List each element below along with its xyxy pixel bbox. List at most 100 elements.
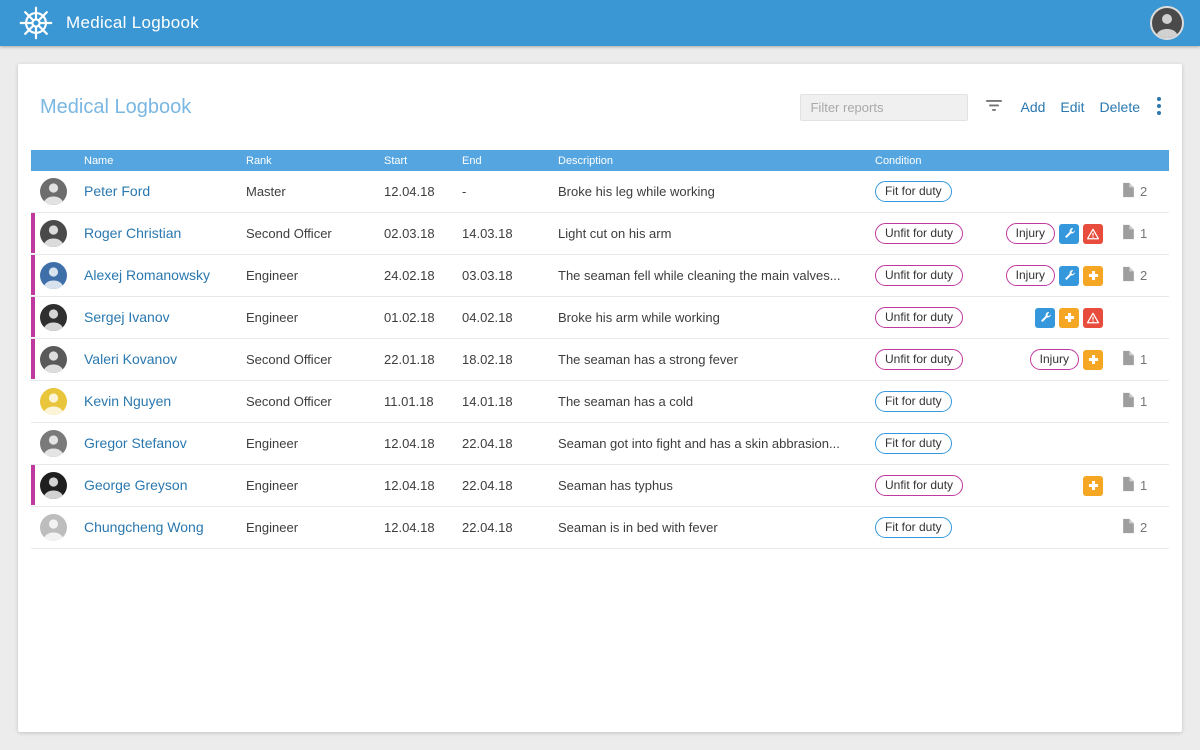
status-icons: [1059, 266, 1103, 286]
status-icons: [1083, 350, 1103, 370]
wrench-icon: [1059, 266, 1079, 286]
documents-indicator: 2: [1110, 518, 1169, 537]
documents-count: 1: [1140, 352, 1147, 367]
filter-button[interactable]: [983, 97, 1005, 117]
column-header-name: Name: [84, 155, 246, 167]
document-icon: [1122, 476, 1135, 495]
condition-badge: Unfit for duty: [875, 265, 963, 286]
toolbar: Add Edit Delete: [800, 94, 1163, 121]
table-row[interactable]: George Greyson Engineer 12.04.18 22.04.1…: [31, 465, 1169, 507]
rank-cell: Master: [246, 184, 384, 199]
rank-cell: Second Officer: [246, 226, 384, 241]
description-cell: Seaman has typhus: [558, 478, 875, 493]
documents-indicator: 1: [1110, 224, 1169, 243]
crew-name-link[interactable]: Valeri Kovanov: [84, 351, 177, 367]
crew-name-link[interactable]: Alexej Romanowsky: [84, 267, 210, 283]
documents-indicator: 2: [1110, 182, 1169, 201]
document-icon: [1122, 224, 1135, 243]
crew-avatar: [40, 346, 67, 373]
description-cell: The seaman has a strong fever: [558, 352, 875, 367]
start-cell: 12.04.18: [384, 184, 462, 199]
filter-reports-input[interactable]: [800, 94, 968, 121]
crew-name-link[interactable]: Sergej Ivanov: [84, 309, 170, 325]
table-row[interactable]: Chungcheng Wong Engineer 12.04.18 22.04.…: [31, 507, 1169, 549]
table-row[interactable]: Gregor Stefanov Engineer 12.04.18 22.04.…: [31, 423, 1169, 465]
crew-avatar: [40, 304, 67, 331]
medical-plus-icon: [1083, 350, 1103, 370]
end-cell: 18.02.18: [462, 352, 558, 367]
medical-plus-icon: [1083, 266, 1103, 286]
crew-name-link[interactable]: Gregor Stefanov: [84, 435, 187, 451]
description-cell: Light cut on his arm: [558, 226, 875, 241]
table-row[interactable]: Alexej Romanowsky Engineer 24.02.18 03.0…: [31, 255, 1169, 297]
crew-name-link[interactable]: Chungcheng Wong: [84, 519, 204, 535]
edit-button[interactable]: Edit: [1060, 99, 1084, 115]
table-row[interactable]: Roger Christian Second Officer 02.03.18 …: [31, 213, 1169, 255]
status-icons: [1083, 476, 1103, 496]
crew-avatar: [40, 220, 67, 247]
injury-badge: Injury: [1006, 265, 1055, 286]
status-icons: [1059, 224, 1103, 244]
crew-name-link[interactable]: Peter Ford: [84, 183, 150, 199]
start-cell: 02.03.18: [384, 226, 462, 241]
condition-badge: Unfit for duty: [875, 349, 963, 370]
end-cell: 14.03.18: [462, 226, 558, 241]
document-icon: [1122, 182, 1135, 201]
crew-avatar: [40, 178, 67, 205]
kebab-menu-icon: [1157, 97, 1161, 118]
filter-list-icon: [985, 99, 1003, 115]
table-row[interactable]: Kevin Nguyen Second Officer 11.01.18 14.…: [31, 381, 1169, 423]
end-cell: 03.03.18: [462, 268, 558, 283]
document-icon: [1122, 350, 1135, 369]
start-cell: 22.01.18: [384, 352, 462, 367]
start-cell: 12.04.18: [384, 478, 462, 493]
end-cell: 22.04.18: [462, 436, 558, 451]
medical-plus-icon: [1083, 476, 1103, 496]
rank-cell: Engineer: [246, 268, 384, 283]
more-options-button[interactable]: [1155, 95, 1163, 120]
ship-wheel-logo-icon: [18, 5, 54, 41]
start-cell: 11.01.18: [384, 394, 462, 409]
warning-icon: [1083, 224, 1103, 244]
start-cell: 12.04.18: [384, 520, 462, 535]
condition-badge: Fit for duty: [875, 517, 952, 538]
add-button[interactable]: Add: [1020, 99, 1045, 115]
documents-count: 1: [1140, 478, 1147, 493]
warning-icon: [1083, 308, 1103, 328]
crew-avatar: [40, 262, 67, 289]
end-cell: 22.04.18: [462, 520, 558, 535]
column-header-description: Description: [558, 155, 875, 167]
table-header-row: Name Rank Start End Description Conditio…: [31, 150, 1169, 171]
medical-plus-icon: [1059, 308, 1079, 328]
condition-badge: Unfit for duty: [875, 223, 963, 244]
documents-count: 1: [1140, 226, 1147, 241]
table-row[interactable]: Sergej Ivanov Engineer 01.02.18 04.02.18…: [31, 297, 1169, 339]
table-row[interactable]: Peter Ford Master 12.04.18 - Broke his l…: [31, 171, 1169, 213]
document-icon: [1122, 518, 1135, 537]
column-header-end: End: [462, 155, 558, 167]
condition-badge: Fit for duty: [875, 181, 952, 202]
crew-name-link[interactable]: George Greyson: [84, 477, 188, 493]
table-row[interactable]: Valeri Kovanov Second Officer 22.01.18 1…: [31, 339, 1169, 381]
rank-cell: Second Officer: [246, 352, 384, 367]
description-cell: Broke his leg while working: [558, 184, 875, 199]
end-cell: 04.02.18: [462, 310, 558, 325]
documents-indicator: 1: [1110, 392, 1169, 411]
column-header-start: Start: [384, 155, 462, 167]
start-cell: 01.02.18: [384, 310, 462, 325]
crew-avatar: [40, 514, 67, 541]
topbar: Medical Logbook: [0, 0, 1200, 46]
end-cell: 14.01.18: [462, 394, 558, 409]
description-cell: The seaman fell while cleaning the main …: [558, 268, 875, 283]
start-cell: 24.02.18: [384, 268, 462, 283]
user-avatar[interactable]: [1150, 6, 1184, 40]
crew-name-link[interactable]: Kevin Nguyen: [84, 393, 171, 409]
delete-button[interactable]: Delete: [1100, 99, 1140, 115]
page-title: Medical Logbook: [40, 96, 191, 119]
crew-name-link[interactable]: Roger Christian: [84, 225, 181, 241]
condition-badge: Unfit for duty: [875, 475, 963, 496]
medical-logbook-panel: Medical Logbook Add Edit Delete: [18, 64, 1182, 732]
description-cell: The seaman has a cold: [558, 394, 875, 409]
crew-medical-table: Name Rank Start End Description Conditio…: [18, 150, 1182, 549]
documents-indicator: 2: [1110, 266, 1169, 285]
